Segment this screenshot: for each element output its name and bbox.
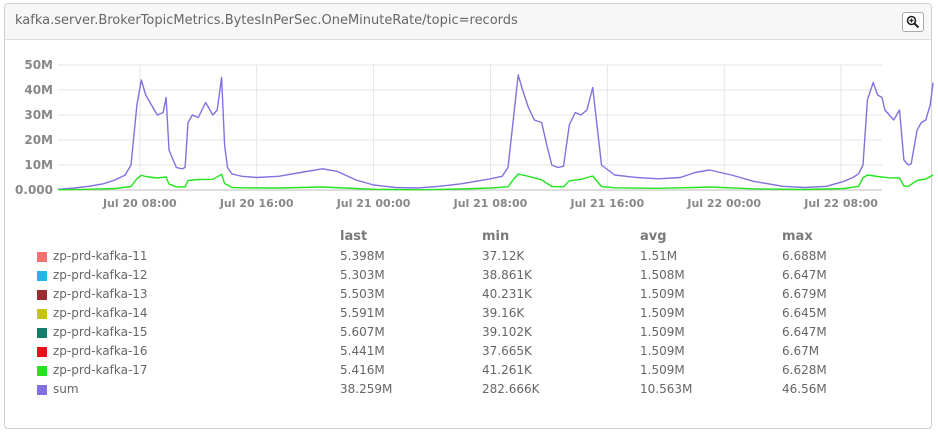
legend-avg-value: 1.509M	[640, 344, 685, 358]
legend-series-name: zp-prd-kafka-14	[53, 306, 148, 320]
legend-col-min: min	[482, 229, 510, 244]
legend-last-value: 5.503M	[340, 287, 385, 301]
legend-row[interactable]: zp-prd-kafka-14 5.591M 39.16K 1.509M 6.645M	[0, 305, 900, 324]
legend-min-value: 39.102K	[482, 325, 532, 339]
legend-min-value: 37.665K	[482, 344, 532, 358]
legend-swatch	[37, 366, 47, 376]
legend-min-value: 39.16K	[482, 306, 525, 320]
legend-avg-value: 1.509M	[640, 363, 685, 377]
legend-max-value: 6.645M	[782, 306, 827, 320]
legend-min-value: 38.861K	[482, 268, 532, 282]
y-tick-label: 50M	[24, 58, 53, 72]
legend-swatch	[37, 252, 47, 262]
legend-series-name: zp-prd-kafka-12	[53, 268, 148, 282]
legend-last-value: 5.303M	[340, 268, 385, 282]
x-tick-label: Jul 22 08:00	[803, 197, 878, 210]
y-tick-label: 20M	[24, 133, 53, 147]
y-tick-label: 40M	[24, 83, 53, 97]
x-tick-label: Jul 22 00:00	[686, 197, 761, 210]
x-tick-label: Jul 21 08:00	[453, 197, 528, 210]
legend-row[interactable]: sum 38.259M 282.666K 10.563M 46.56M	[0, 381, 900, 400]
legend-min-value: 40.231K	[482, 287, 532, 301]
legend-series-name: zp-prd-kafka-13	[53, 287, 148, 301]
x-tick-label: Jul 21 00:00	[336, 197, 411, 210]
legend-swatch	[37, 271, 47, 281]
x-tick-label: Jul 21 16:00	[569, 197, 644, 210]
legend-row[interactable]: zp-prd-kafka-16 5.441M 37.665K 1.509M 6.67M	[0, 343, 900, 362]
legend-swatch	[37, 290, 47, 300]
legend-last-value: 5.398M	[340, 249, 385, 263]
legend-last-value: 5.591M	[340, 306, 385, 320]
legend-series-name: zp-prd-kafka-16	[53, 344, 148, 358]
legend-min-value: 282.666K	[482, 382, 540, 396]
legend-row[interactable]: zp-prd-kafka-17 5.416M 41.261K 1.509M 6.628M	[0, 362, 900, 381]
legend-col-max: max	[782, 229, 813, 244]
legend-series-name: sum	[53, 382, 79, 396]
legend-avg-value: 1.51M	[640, 249, 678, 263]
y-tick-label: 0.000	[15, 183, 53, 197]
x-tick-label: Jul 20 08:00	[102, 197, 177, 210]
legend-avg-value: 1.509M	[640, 306, 685, 320]
legend-col-avg: avg	[640, 229, 667, 244]
legend-max-value: 6.679M	[782, 287, 827, 301]
legend-swatch	[37, 385, 47, 395]
legend-last-value: 38.259M	[340, 382, 393, 396]
legend-max-value: 6.628M	[782, 363, 827, 377]
legend-max-value: 6.647M	[782, 268, 827, 282]
legend-series-name: zp-prd-kafka-11	[53, 249, 148, 263]
legend-avg-value: 1.508M	[640, 268, 685, 282]
legend-row[interactable]: zp-prd-kafka-12 5.303M 38.861K 1.508M 6.647M	[0, 267, 900, 286]
legend-swatch	[37, 347, 47, 357]
legend-row[interactable]: zp-prd-kafka-11 5.398M 37.12K 1.51M 6.688M	[0, 248, 900, 267]
legend-swatch	[37, 328, 47, 338]
legend-max-value: 6.688M	[782, 249, 827, 263]
legend-series-name: zp-prd-kafka-17	[53, 363, 148, 377]
legend-min-value: 37.12K	[482, 249, 525, 263]
y-tick-label: 10M	[24, 158, 53, 172]
legend-max-value: 46.56M	[782, 382, 827, 396]
legend-last-value: 5.441M	[340, 344, 385, 358]
legend-row[interactable]: zp-prd-kafka-13 5.503M 40.231K 1.509M 6.679M	[0, 286, 900, 305]
legend-col-last: last	[340, 229, 368, 244]
line-chart: 0.000 10M 20M 30M 40M 50M Jul 20 08:00 Jul 20 1…	[15, 58, 934, 210]
y-tick-label: 30M	[24, 108, 53, 122]
x-tick-label: Jul 20 16:00	[219, 197, 294, 210]
legend-row[interactable]: zp-prd-kafka-15 5.607M 39.102K 1.509M 6.647M	[0, 324, 900, 343]
legend-avg-value: 1.509M	[640, 325, 685, 339]
legend-series-name: zp-prd-kafka-15	[53, 325, 148, 339]
legend-avg-value: 1.509M	[640, 287, 685, 301]
legend-max-value: 6.67M	[782, 344, 820, 358]
legend-last-value: 5.607M	[340, 325, 385, 339]
legend-swatch	[37, 309, 47, 319]
legend-min-value: 41.261K	[482, 363, 532, 377]
series-line-sum	[57, 74, 934, 190]
legend-max-value: 6.647M	[782, 325, 827, 339]
legend-last-value: 5.416M	[340, 363, 385, 377]
legend-avg-value: 10.563M	[640, 382, 693, 396]
